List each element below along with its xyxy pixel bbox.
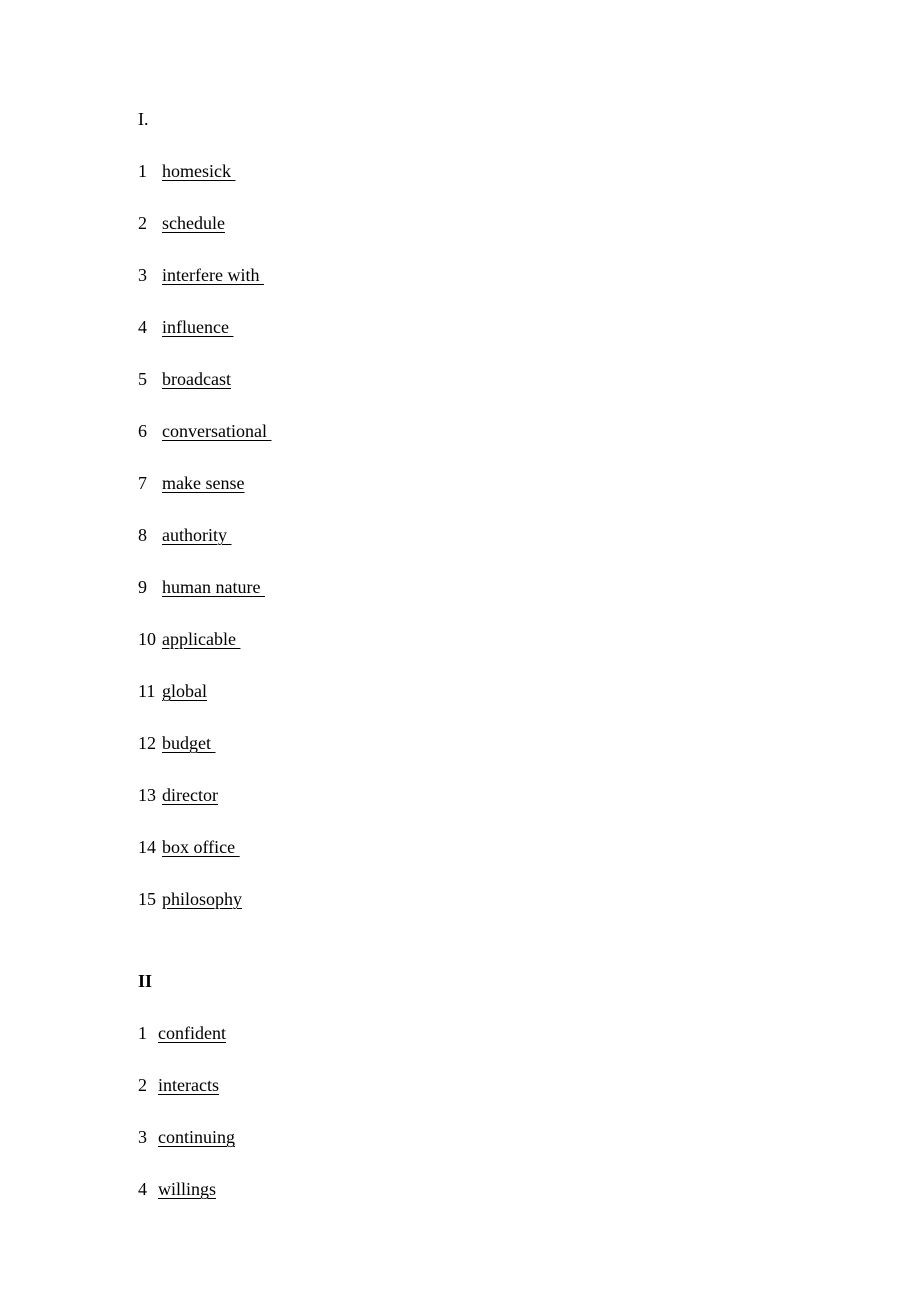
answer-number: 2	[138, 213, 147, 233]
answer-row-2-1: 1 confident	[138, 1022, 838, 1074]
answer-text: broadcast	[162, 369, 231, 389]
document-page: I. 1 homesick 2 schedule 3 interfere wit…	[0, 0, 920, 1302]
answer-text: interacts	[158, 1075, 219, 1095]
answer-row-2-4: 4 willings	[138, 1178, 838, 1230]
answer-text: director	[162, 785, 218, 805]
answer-row-1-3: 3 interfere with	[138, 264, 838, 316]
answer-row-1-14: 14 box office	[138, 836, 838, 888]
answer-number: 8	[138, 525, 147, 545]
answer-number: 5	[138, 369, 147, 389]
section-1-answer-list: 1 homesick 2 schedule 3 interfere with 4…	[138, 160, 838, 940]
answer-number: 3	[138, 265, 147, 285]
answer-number: 11	[138, 681, 156, 701]
section-2: II 1 confident 2 interacts 3 continuing …	[138, 970, 838, 1230]
answer-text: homesick	[162, 161, 236, 181]
answer-text: budget	[162, 733, 216, 753]
answer-number: 6	[138, 421, 147, 441]
answer-text: continuing	[158, 1127, 235, 1147]
answer-number: 4	[138, 317, 147, 337]
answer-row-1-15: 15 philosophy	[138, 888, 838, 940]
answer-text: conversational	[162, 421, 272, 441]
answer-row-1-9: 9 human nature	[138, 576, 838, 628]
answer-text: philosophy	[162, 889, 243, 909]
answer-text: influence	[162, 317, 234, 337]
answer-number: 12	[138, 733, 156, 753]
answer-text: interfere with	[162, 265, 264, 285]
answer-number: 2	[138, 1075, 147, 1095]
answer-number: 15	[138, 889, 156, 909]
answer-row-2-3: 3 continuing	[138, 1126, 838, 1178]
answer-number: 3	[138, 1127, 147, 1147]
answer-text: willings	[158, 1179, 217, 1199]
answer-text: box office	[162, 837, 240, 857]
answer-number: 1	[138, 1023, 147, 1043]
answer-number: 9	[138, 577, 147, 597]
section-2-heading: II	[138, 971, 153, 991]
answer-row-1-6: 6 conversational	[138, 420, 838, 472]
answer-row-1-1: 1 homesick	[138, 160, 838, 212]
answer-row-1-7: 7 make sense	[138, 472, 838, 524]
answer-text: authority	[162, 525, 232, 545]
answer-number: 14	[138, 837, 156, 857]
answer-text: make sense	[162, 473, 245, 493]
answer-text: applicable	[162, 629, 241, 649]
answer-row-1-10: 10 applicable	[138, 628, 838, 680]
answer-row-1-12: 12 budget	[138, 732, 838, 784]
answer-number: 1	[138, 161, 147, 181]
answer-row-1-8: 8 authority	[138, 524, 838, 576]
section-1-heading: I.	[138, 109, 149, 129]
answer-number: 4	[138, 1179, 147, 1199]
answer-row-1-11: 11 global	[138, 680, 838, 732]
answer-text: schedule	[162, 213, 225, 233]
document-content: I. 1 homesick 2 schedule 3 interfere wit…	[138, 108, 838, 1230]
answer-row-1-13: 13 director	[138, 784, 838, 836]
answer-row-1-4: 4 influence	[138, 316, 838, 368]
section-1: I. 1 homesick 2 schedule 3 interfere wit…	[138, 108, 838, 940]
answer-row-2-2: 2 interacts	[138, 1074, 838, 1126]
answer-row-1-5: 5 broadcast	[138, 368, 838, 420]
section-2-answer-list: 1 confident 2 interacts 3 continuing 4 w…	[138, 1022, 838, 1230]
answer-number: 13	[138, 785, 156, 805]
answer-row-1-2: 2 schedule	[138, 212, 838, 264]
answer-text: global	[162, 681, 207, 701]
answer-text: human nature	[162, 577, 265, 597]
answer-number: 10	[138, 629, 156, 649]
answer-text: confident	[158, 1023, 226, 1043]
answer-number: 7	[138, 473, 147, 493]
